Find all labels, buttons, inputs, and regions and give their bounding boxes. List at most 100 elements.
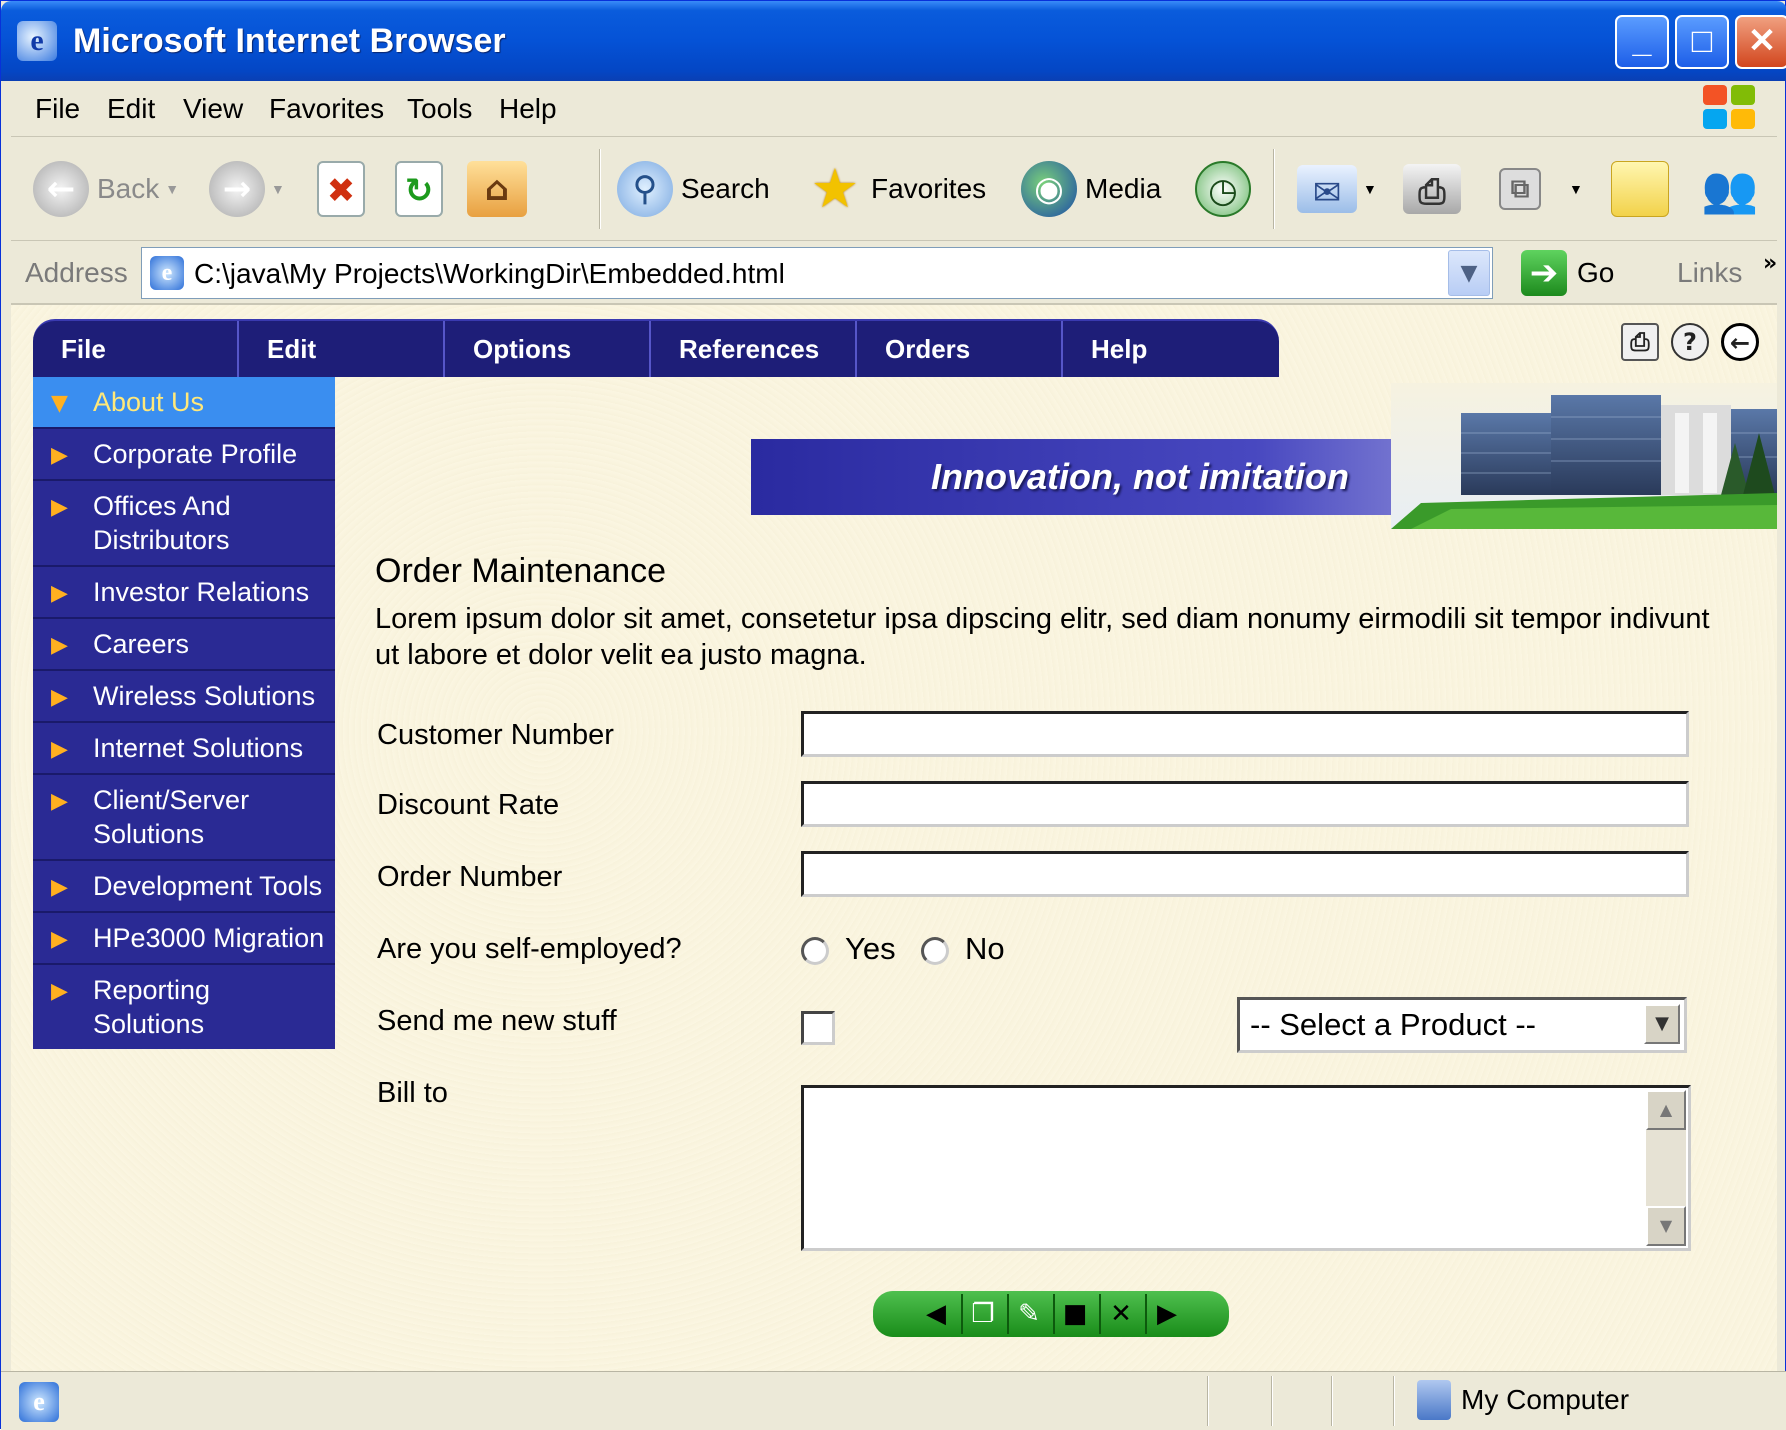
customer-number-input[interactable] xyxy=(801,711,1689,757)
chevron-right-icon: ▶ xyxy=(51,685,68,710)
chevron-right-icon: ▶ xyxy=(51,979,68,1004)
menu-help[interactable]: Help xyxy=(495,89,561,129)
home-button[interactable]: ⌂ xyxy=(467,157,527,221)
stop-button[interactable]: ✖ xyxy=(317,157,365,221)
sidebar-item-about-us[interactable]: ▼ About Us xyxy=(33,377,335,429)
discuss-button[interactable] xyxy=(1611,157,1669,221)
nav-file[interactable]: File xyxy=(33,321,239,377)
favorites-label: Favorites xyxy=(871,173,987,204)
sidebar-item-label: Development Tools xyxy=(93,871,323,901)
mail-envelope-icon: ✉ xyxy=(1297,165,1357,213)
sidebar-item-investor-relations[interactable]: ▶ Investor Relations xyxy=(33,567,335,619)
media-label: Media xyxy=(1085,173,1162,204)
refresh-button[interactable]: ↻ xyxy=(395,157,443,221)
forward-button[interactable]: → ▼ xyxy=(209,157,285,221)
mail-dropdown-icon[interactable]: ▼ xyxy=(1363,169,1377,209)
address-input[interactable]: e C:\java\My Projects\WorkingDir\Embedde… xyxy=(141,247,1493,299)
sidebar-item-careers[interactable]: ▶ Careers xyxy=(33,619,335,671)
title-bar[interactable]: e Microsoft Internet Browser _ □ ✕ xyxy=(1,1,1786,81)
ie-icon: e xyxy=(17,21,57,61)
bill-to-scrollbar[interactable]: ▲ ▼ xyxy=(1646,1090,1686,1246)
sidebar-item-label: Reporting Solutions xyxy=(93,975,211,1039)
sidebar-item-offices-and-distributors[interactable]: ▶ Offices And Distributors xyxy=(33,481,335,567)
self-employed-no-radio[interactable] xyxy=(921,937,949,965)
refresh-icon: ↻ xyxy=(395,161,443,217)
order-number-input[interactable] xyxy=(801,851,1689,897)
edit-button[interactable]: ⧉ ▼ xyxy=(1499,157,1583,221)
maximize-button[interactable]: □ xyxy=(1675,15,1729,69)
messenger-button[interactable]: 👥 xyxy=(1701,157,1759,221)
nav-edit[interactable]: Edit xyxy=(239,321,445,377)
links-chevron-icon[interactable]: » xyxy=(1763,249,1777,279)
product-select[interactable]: -- Select a Product -- ▼ xyxy=(1237,997,1687,1053)
record-navigator: ◀ ❐ ✎ ■ ✕ ▶ xyxy=(873,1291,1229,1337)
sidebar-item-client-server-solutions[interactable]: ▶ Client/Server Solutions xyxy=(33,775,335,861)
go-label: Go xyxy=(1577,257,1615,288)
printer-icon: ⎙ xyxy=(1403,164,1461,214)
send-stuff-checkbox[interactable] xyxy=(801,1011,835,1045)
sidebar-item-corporate-profile[interactable]: ▶ Corporate Profile xyxy=(33,429,335,481)
minimize-button[interactable]: _ xyxy=(1615,15,1669,69)
page-icon: e xyxy=(150,256,184,290)
go-button[interactable]: ➔ Go xyxy=(1521,247,1614,299)
search-icon: ⚲ xyxy=(617,161,673,217)
edit-dropdown-icon[interactable]: ▼ xyxy=(1569,169,1583,209)
windows-logo-icon xyxy=(1701,83,1757,133)
print-button[interactable]: ⎙ xyxy=(1403,157,1461,221)
address-bar: Address e C:\java\My Projects\WorkingDir… xyxy=(11,241,1777,305)
menu-tools[interactable]: Tools xyxy=(403,89,476,129)
address-dropdown-icon[interactable]: ▼ xyxy=(1448,250,1490,296)
app-navbar: File Edit Options References Orders Help xyxy=(33,319,1279,377)
scroll-up-icon[interactable]: ▲ xyxy=(1646,1090,1686,1130)
sidebar-item-development-tools[interactable]: ▶ Development Tools xyxy=(33,861,335,913)
media-button[interactable]: ◉ Media xyxy=(1021,157,1161,221)
nav-help[interactable]: Help xyxy=(1063,321,1277,377)
mail-button[interactable]: ✉ ▼ xyxy=(1297,157,1377,221)
chevron-down-icon[interactable]: ▼ xyxy=(1644,1004,1680,1044)
menu-file[interactable]: File xyxy=(31,89,84,129)
address-label: Address xyxy=(25,257,128,288)
previous-record-icon[interactable]: ◀ xyxy=(915,1294,957,1334)
sidebar-item-label: Client/Server Solutions xyxy=(93,785,250,849)
close-button[interactable]: ✕ xyxy=(1735,15,1786,69)
next-record-icon[interactable]: ▶ xyxy=(1145,1294,1187,1334)
delete-record-icon[interactable]: ✕ xyxy=(1099,1294,1141,1334)
sidebar-item-internet-solutions[interactable]: ▶ Internet Solutions xyxy=(33,723,335,775)
forward-dropdown-icon[interactable]: ▼ xyxy=(271,169,285,209)
print-icon[interactable]: ⎙ xyxy=(1621,323,1659,361)
self-employed-yes-radio[interactable] xyxy=(801,937,829,965)
back-icon[interactable]: ← xyxy=(1721,323,1759,361)
favorites-button[interactable]: ★ Favorites xyxy=(807,157,986,221)
discount-rate-input[interactable] xyxy=(801,781,1689,827)
sidebar-item-wireless-solutions[interactable]: ▶ Wireless Solutions xyxy=(33,671,335,723)
chevron-right-icon: ▶ xyxy=(51,737,68,762)
go-arrow-icon: ➔ xyxy=(1521,250,1567,296)
sidebar-item-reporting-solutions[interactable]: ▶ Reporting Solutions xyxy=(33,965,335,1049)
search-button[interactable]: ⚲ Search xyxy=(617,157,770,221)
address-url[interactable]: C:\java\My Projects\WorkingDir\Embedded.… xyxy=(194,256,785,292)
help-icon[interactable]: ? xyxy=(1671,323,1709,361)
menu-view[interactable]: View xyxy=(179,89,247,129)
page-description: Lorem ipsum dolor sit amet, consetetur i… xyxy=(375,603,1710,671)
nav-options[interactable]: Options xyxy=(445,321,651,377)
stop-record-icon[interactable]: ■ xyxy=(1053,1294,1095,1334)
bill-to-textarea[interactable]: ▲ ▼ xyxy=(801,1085,1691,1251)
scroll-down-icon[interactable]: ▼ xyxy=(1646,1206,1686,1246)
search-label: Search xyxy=(681,173,770,204)
messenger-users-icon: 👥 xyxy=(1701,162,1759,216)
history-button[interactable]: ◷ xyxy=(1195,157,1251,221)
sidebar-item-hpe3000-migration[interactable]: ▶ HPe3000 Migration xyxy=(33,913,335,965)
status-divider xyxy=(1331,1376,1333,1426)
edit-record-icon[interactable]: ✎ xyxy=(1007,1294,1049,1334)
menu-edit[interactable]: Edit xyxy=(103,89,159,129)
note-icon xyxy=(1611,161,1669,217)
nav-orders[interactable]: Orders xyxy=(857,321,1063,377)
menu-favorites[interactable]: Favorites xyxy=(265,89,388,129)
links-button[interactable]: Links xyxy=(1677,253,1742,293)
nav-references[interactable]: References xyxy=(651,321,857,377)
back-dropdown-icon[interactable]: ▼ xyxy=(165,169,179,209)
back-button[interactable]: ← Back ▼ xyxy=(33,157,179,221)
new-record-icon[interactable]: ❐ xyxy=(961,1294,1003,1334)
computer-icon xyxy=(1417,1380,1451,1420)
security-zone: My Computer xyxy=(1417,1380,1629,1420)
